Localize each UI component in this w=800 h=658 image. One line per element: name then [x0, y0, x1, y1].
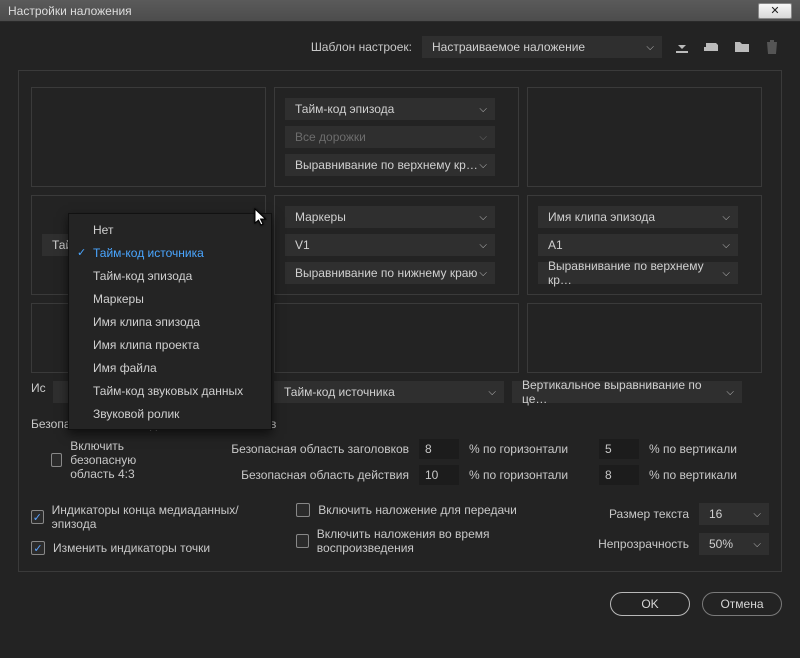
overlay-cell-top-left — [31, 87, 266, 187]
window-close-button[interactable]: ✕ — [758, 3, 792, 19]
left-partial-label: Ис — [31, 381, 46, 395]
overlay-cell-mid-center: Маркеры⌵ V1⌵ Выравнивание по нижнему кра… — [274, 195, 519, 295]
chevron-down-icon: ⌵ — [753, 509, 761, 520]
safe-title-h-input[interactable]: 8 — [419, 439, 459, 459]
dropdown-item[interactable]: Маркеры — [69, 287, 271, 310]
chevron-down-icon: ⌵ — [479, 240, 487, 251]
center-bottom-type-select[interactable]: Маркеры⌵ — [285, 206, 495, 228]
chevron-down-icon: ⌵ — [479, 132, 487, 143]
chevron-down-icon: ⌵ — [479, 104, 487, 115]
center-top-align-select[interactable]: Выравнивание по верхнему кр…⌵ — [285, 154, 495, 176]
opacity-select[interactable]: 50%⌵ — [699, 533, 769, 555]
chevron-down-icon: ⌵ — [722, 212, 730, 223]
dropdown-item[interactable]: Имя файла — [69, 356, 271, 379]
enable-safe-43-checkbox[interactable]: ✓ Включить безопасную область 4:3 — [51, 439, 145, 481]
dropdown-item[interactable]: Имя клипа эпизода — [69, 310, 271, 333]
checkbox-box-icon: ✓ — [51, 453, 62, 467]
chevron-down-icon: ⌵ — [753, 539, 761, 550]
text-size-label: Размер текста — [598, 507, 689, 521]
edit-points-checkbox[interactable]: ✓Изменить индикаторы точки — [31, 541, 256, 555]
center-top-tracks-select: Все дорожки⌵ — [285, 126, 495, 148]
preset-label: Шаблон настроек: — [311, 40, 412, 54]
center-bottom-align-select[interactable]: Выравнивание по нижнему краю⌵ — [285, 262, 495, 284]
safe-action-h-input[interactable]: 10 — [419, 465, 459, 485]
trash-icon — [762, 37, 782, 57]
dropdown-item[interactable]: Звуковой ролик — [69, 402, 271, 425]
chevron-down-icon: ⌵ — [488, 387, 496, 398]
center-top-type-select[interactable]: Тайм-код эпизода⌵ — [285, 98, 495, 120]
preset-select[interactable]: Настраиваемое наложение ⌵ — [422, 36, 662, 58]
chevron-down-icon: ⌵ — [726, 387, 734, 398]
pct-h-label: % по горизонтали — [469, 442, 589, 456]
mid-center-select[interactable]: Тайм-код источника⌵ — [274, 381, 504, 403]
chevron-down-icon: ⌵ — [646, 42, 654, 53]
right-align-select[interactable]: Выравнивание по верхнему кр…⌵ — [538, 262, 738, 284]
right-track-select[interactable]: A1⌵ — [538, 234, 738, 256]
chevron-down-icon: ⌵ — [722, 240, 730, 251]
type-dropdown-menu[interactable]: НетТайм-код источникаТайм-код эпизодаМар… — [68, 213, 272, 430]
new-folder-icon[interactable] — [732, 37, 752, 57]
right-type-select[interactable]: Имя клипа эпизода⌵ — [538, 206, 738, 228]
dropdown-item[interactable]: Тайм-код эпизода — [69, 264, 271, 287]
chevron-down-icon: ⌵ — [479, 212, 487, 223]
save-preset-icon[interactable] — [672, 37, 692, 57]
chevron-down-icon: ⌵ — [722, 268, 730, 279]
mid-right-select[interactable]: Вертикальное выравнивание по це…⌵ — [512, 381, 742, 403]
overlay-cell-bot-center — [274, 303, 519, 373]
window-title: Настройки наложения — [8, 4, 758, 18]
overlay-playback-checkbox[interactable]: ✓Включить наложения во время воспроизвед… — [296, 527, 558, 555]
cancel-button[interactable]: Отмена — [702, 592, 782, 616]
overlay-cell-bot-right — [527, 303, 762, 373]
dropdown-item[interactable]: Имя клипа проекта — [69, 333, 271, 356]
pct-v-label: % по вертикали — [649, 442, 769, 456]
dropdown-item[interactable]: Тайм-код звуковых данных — [69, 379, 271, 402]
overlay-transfer-checkbox[interactable]: ✓Включить наложение для передачи — [296, 503, 558, 517]
overlay-cell-top-center: Тайм-код эпизода⌵ Все дорожки⌵ Выравнива… — [274, 87, 519, 187]
media-end-checkbox[interactable]: ✓Индикаторы конца медиаданных/эпизода — [31, 503, 256, 531]
safe-action-label: Безопасная область действия — [209, 468, 409, 482]
safe-title-label: Безопасная область заголовков — [209, 442, 409, 456]
safe-action-v-input[interactable]: 8 — [599, 465, 639, 485]
opacity-label: Непрозрачность — [598, 537, 689, 551]
center-bottom-track-select[interactable]: V1⌵ — [285, 234, 495, 256]
close-icon: ✕ — [770, 4, 779, 17]
ok-button[interactable]: OK — [610, 592, 690, 616]
safe-title-v-input[interactable]: 5 — [599, 439, 639, 459]
chevron-down-icon: ⌵ — [479, 160, 487, 171]
overlay-cell-mid-right: Имя клипа эпизода⌵ A1⌵ Выравнивание по в… — [527, 195, 762, 295]
chevron-down-icon: ⌵ — [479, 268, 487, 279]
dropdown-item[interactable]: Нет — [69, 218, 271, 241]
dropdown-item[interactable]: Тайм-код источника — [69, 241, 271, 264]
preset-select-value: Настраиваемое наложение — [432, 40, 585, 54]
overlay-cell-top-right — [527, 87, 762, 187]
import-preset-icon[interactable] — [702, 37, 722, 57]
text-size-select[interactable]: 16⌵ — [699, 503, 769, 525]
